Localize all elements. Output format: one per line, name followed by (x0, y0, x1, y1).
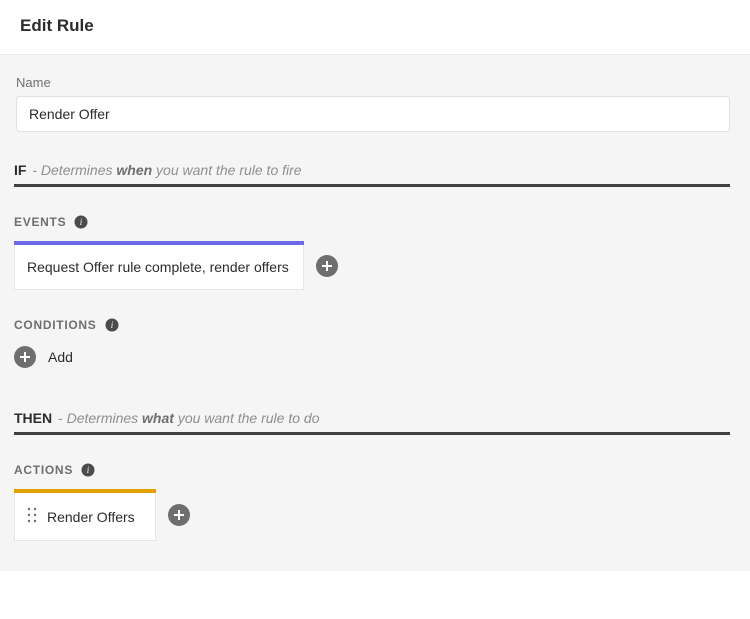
conditions-label: CONDITIONS (14, 318, 97, 332)
then-lead: THEN (14, 410, 52, 426)
then-dash: - (54, 410, 66, 426)
plus-icon (321, 260, 333, 272)
then-section: THEN - Determines what you want the rule… (14, 410, 730, 435)
if-lead: IF (14, 162, 26, 178)
then-post: you want the rule to do (174, 410, 320, 426)
name-label: Name (16, 75, 730, 90)
drag-handle-icon[interactable] (27, 507, 37, 526)
then-pre: Determines (67, 410, 142, 426)
actions-label: ACTIONS (14, 463, 73, 477)
event-card[interactable]: Request Offer rule complete, render offe… (14, 241, 304, 290)
if-section: IF - Determines when you want the rule t… (14, 162, 730, 187)
action-card[interactable]: Render Offers (14, 489, 156, 541)
if-post: you want the rule to fire (152, 162, 301, 178)
page-header: Edit Rule (0, 0, 750, 55)
plus-icon (173, 509, 185, 521)
then-keyword: what (142, 410, 174, 426)
plus-icon-button (14, 346, 36, 368)
if-keyword: when (116, 162, 152, 178)
name-input[interactable] (16, 96, 730, 132)
conditions-heading: CONDITIONS i (14, 318, 730, 332)
events-heading: EVENTS i (14, 215, 730, 229)
info-icon[interactable]: i (105, 318, 119, 332)
then-caption: THEN - Determines what you want the rule… (14, 410, 730, 426)
then-divider (14, 432, 730, 435)
events-label: EVENTS (14, 215, 66, 229)
page-body: Name IF - Determines when you want the r… (0, 55, 750, 571)
add-action-button[interactable] (168, 504, 190, 526)
if-pre: Determines (41, 162, 116, 178)
actions-heading: ACTIONS i (14, 463, 730, 477)
add-condition-label: Add (48, 349, 73, 365)
if-caption: IF - Determines when you want the rule t… (14, 162, 730, 178)
actions-row: Render Offers (14, 489, 730, 541)
info-icon[interactable]: i (74, 215, 88, 229)
if-divider (14, 184, 730, 187)
plus-icon (19, 351, 31, 363)
add-event-button[interactable] (316, 255, 338, 277)
info-icon[interactable]: i (81, 463, 95, 477)
page-title: Edit Rule (20, 16, 730, 36)
action-card-text: Render Offers (47, 509, 135, 525)
event-card-text: Request Offer rule complete, render offe… (27, 259, 289, 275)
events-row: Request Offer rule complete, render offe… (14, 241, 730, 290)
if-dash: - (28, 162, 40, 178)
add-condition-button[interactable]: Add (14, 346, 730, 368)
